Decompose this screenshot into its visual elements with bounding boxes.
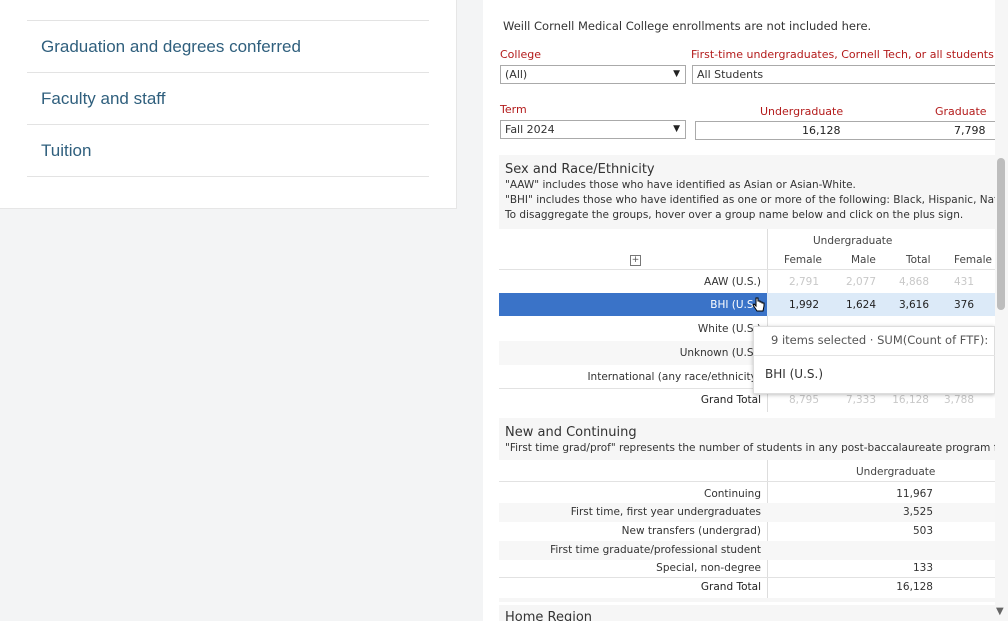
row-cell: 1,992 — [788, 299, 819, 311]
college-value: (All) — [505, 68, 528, 81]
college-dropdown[interactable]: (All) ▼ — [500, 65, 686, 84]
row-cell: 4,868 — [898, 276, 929, 288]
col-header-male: Male — [851, 254, 876, 266]
row-label-selected[interactable]: BHI (U.S.) — [559, 299, 761, 311]
totals-box: 16,128 7,798 — [695, 121, 1008, 140]
nav-item-label: Graduation and degrees conferred — [41, 37, 301, 56]
nav-item-label: Faculty and staff — [41, 89, 166, 108]
row-label[interactable]: Unknown (U.S.) — [559, 347, 761, 359]
dropdown-arrow-icon: ▼ — [673, 69, 680, 79]
col-header-total: Total — [906, 254, 931, 266]
dashboard-panel: Weill Cornell Medical College enrollment… — [483, 0, 1008, 621]
row-label[interactable]: International (any race/ethnicity) — [519, 371, 761, 383]
term-dropdown[interactable]: Fall 2024 ▼ — [500, 120, 686, 139]
nav-item-tuition[interactable]: Tuition — [27, 125, 429, 177]
sex-race-title: Sex and Race/Ethnicity — [505, 162, 655, 177]
term-value: Fall 2024 — [505, 123, 555, 136]
expand-plus-icon[interactable]: + — [630, 255, 641, 266]
new-continuing-section: New and Continuing "First time grad/prof… — [499, 418, 1008, 602]
hand-cursor-icon — [752, 297, 766, 313]
nav-item-label: Tuition — [41, 141, 92, 160]
row-cell: 431 — [953, 276, 974, 288]
row-label[interactable]: White (U.S.) — [559, 323, 761, 335]
new-continuing-note: "First time grad/prof" represents the nu… — [505, 442, 998, 454]
tooltip-divider — [754, 355, 996, 356]
selection-tooltip: 9 items selected · SUM(Count of FTF): BH… — [753, 326, 996, 394]
row-cell: 376 — [953, 299, 974, 311]
row-cell: 2,077 — [845, 276, 876, 288]
col-header-female-grad: Female — [954, 254, 992, 266]
col-header-female: Female — [784, 254, 822, 266]
total-rule — [499, 577, 1008, 578]
row-cell: 3,616 — [898, 299, 929, 311]
row-label: New transfers (undergrad) — [621, 525, 761, 537]
group-header: Undergraduate — [813, 235, 893, 247]
scroll-down-arrow-icon[interactable]: ▼ — [996, 606, 1004, 617]
student-type-label: First-time undergraduates, Cornell Tech,… — [691, 48, 994, 61]
row-label: First time graduate/professional student — [550, 544, 761, 556]
term-label: Term — [500, 103, 527, 116]
student-type-value: All Students — [697, 68, 764, 81]
row-value: 3,525 — [902, 506, 933, 518]
home-region-section: Home Region — [499, 605, 1008, 621]
row-value: 133 — [912, 562, 933, 574]
row-label: Special, non-degree — [656, 562, 761, 574]
header-rule — [499, 481, 1008, 482]
row-cell: 8,795 — [788, 394, 819, 406]
tooltip-item[interactable]: BHI (U.S.) — [765, 367, 823, 381]
row-cell: 3,788 — [943, 394, 974, 406]
header-rule — [499, 269, 1008, 270]
undergrad-total-label: Undergraduate — [760, 105, 844, 118]
sex-race-note-aaw: "AAW" includes those who have identified… — [505, 179, 856, 191]
new-continuing-title: New and Continuing — [505, 425, 637, 440]
new-continuing-table: Undergraduate Continuing 11,967 First ti… — [499, 460, 1008, 598]
col-header-undergrad: Undergraduate — [856, 466, 936, 478]
tooltip-summary: 9 items selected · SUM(Count of FTF): — [771, 333, 989, 347]
nav-item-faculty[interactable]: Faculty and staff — [27, 73, 429, 125]
grad-total-value: 7,798 — [954, 124, 986, 137]
college-label: College — [500, 48, 542, 61]
home-region-title: Home Region — [505, 610, 593, 621]
row-cell: 2,791 — [788, 276, 819, 288]
row-cell: 7,333 — [845, 394, 876, 406]
enrollment-note: Weill Cornell Medical College enrollment… — [503, 19, 872, 33]
nav-item-graduation[interactable]: Graduation and degrees conferred — [27, 21, 429, 73]
undergrad-total-value: 16,128 — [802, 124, 841, 137]
row-cell: 1,624 — [845, 299, 876, 311]
row-label: First time, first year undergraduates — [570, 506, 761, 518]
sex-race-note-disaggregate: To disaggregate the groups, hover over a… — [505, 209, 964, 221]
side-nav: Graduation and degrees conferred Faculty… — [0, 0, 457, 209]
row-value: 503 — [912, 525, 933, 537]
row-label[interactable]: AAW (U.S.) — [559, 276, 761, 288]
sex-race-note-bhi: "BHI" includes those who have identified… — [505, 194, 1008, 206]
row-cell: 16,128 — [892, 394, 929, 406]
grad-total-label: Graduate — [935, 105, 987, 118]
student-type-dropdown[interactable]: All Students — [692, 65, 1008, 84]
vertical-scrollbar[interactable]: ▼ — [995, 0, 1008, 621]
grand-total-value: 16,128 — [896, 581, 933, 593]
grand-total-label: Grand Total — [700, 394, 761, 406]
row-value: 11,967 — [896, 488, 933, 500]
scrollbar-thumb[interactable] — [997, 158, 1005, 310]
grand-total-label: Grand Total — [700, 581, 761, 593]
dropdown-arrow-icon: ▼ — [673, 124, 680, 134]
row-label: Continuing — [704, 488, 761, 500]
